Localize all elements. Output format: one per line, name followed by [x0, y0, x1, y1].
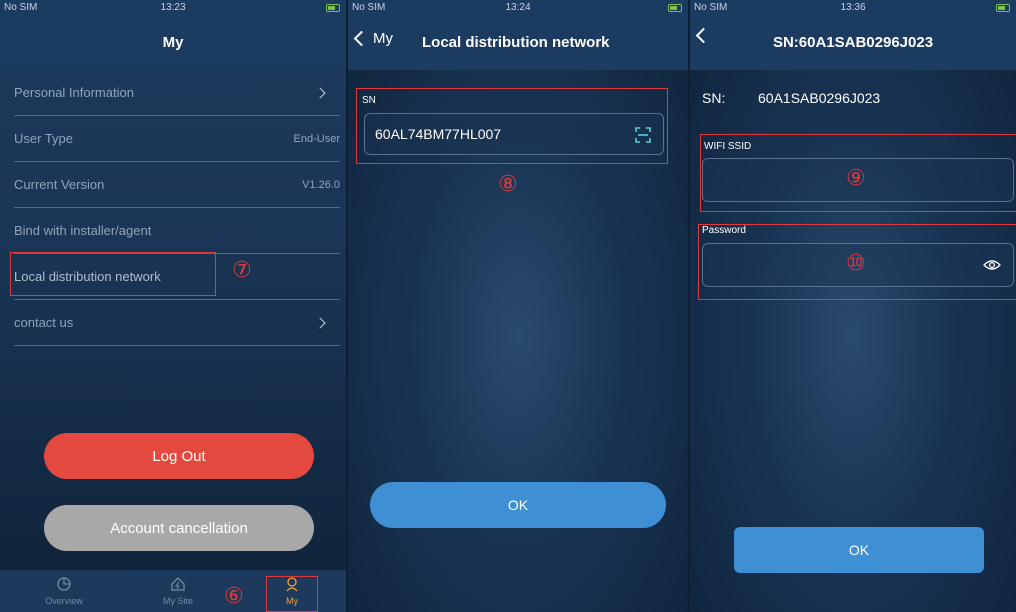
- home-icon: [171, 577, 185, 591]
- settings-menu: Personal Information User Type End-User …: [14, 70, 340, 346]
- menu-item-label: contact us: [14, 315, 74, 330]
- chevron-left-icon: [353, 30, 370, 47]
- page-title: SN:60A1SAB0296J023: [772, 34, 934, 51]
- menu-item-label: User Type: [14, 131, 74, 146]
- chevron-right-icon: [314, 86, 326, 99]
- status-time: 13:24: [505, 2, 531, 13]
- back-button[interactable]: My: [353, 30, 393, 47]
- nav-bar: My Local distribution network: [348, 16, 688, 70]
- password-label: Password: [702, 225, 746, 236]
- tab-my-site[interactable]: My Site: [148, 576, 208, 606]
- my-screen: No SIM 13:23 My Personal Information Use…: [0, 0, 346, 612]
- menu-item-label: Bind with installer/agent: [14, 223, 152, 238]
- annotation-number-menu: ⑦: [232, 258, 252, 283]
- sn-value: 60AL74BM77HL007: [375, 126, 502, 142]
- sn-input[interactable]: 60AL74BM77HL007: [364, 113, 664, 155]
- tab-label: My Site: [162, 596, 193, 606]
- status-bar: No SIM 13:23: [0, 0, 346, 16]
- sn-label: SN:: [702, 90, 726, 106]
- menu-item-label: Personal Information: [14, 85, 134, 100]
- tab-overview[interactable]: Overview: [34, 576, 94, 606]
- annotation-number-password: ⑩: [846, 251, 866, 276]
- eye-icon[interactable]: [983, 258, 1001, 272]
- page-title: My: [162, 34, 184, 51]
- battery-icon: [996, 4, 1010, 12]
- wifi-ssid-label: WIFI SSID: [704, 141, 752, 152]
- menu-item-user-type[interactable]: User Type End-User: [14, 116, 340, 162]
- account-cancellation-button[interactable]: Account cancellation: [44, 505, 314, 551]
- battery-icon: [326, 4, 340, 12]
- battery-icon: [668, 4, 682, 12]
- status-time: 13:36: [840, 2, 866, 13]
- annotation-number-sn: ⑧: [498, 172, 518, 197]
- page-title: Local distribution network: [422, 34, 610, 51]
- ok-button[interactable]: OK: [734, 527, 984, 573]
- annotation-number-ssid: ⑨: [846, 166, 866, 191]
- nav-bar: My: [0, 16, 346, 70]
- menu-item-bind-installer[interactable]: Bind with installer/agent: [14, 208, 340, 254]
- chevron-right-icon: [314, 316, 326, 329]
- sn-label: SN: [362, 95, 376, 106]
- wifi-config-screen: No SIM 13:36 SN:60A1SAB0296J023 SN: 60A1…: [690, 0, 1016, 612]
- scan-icon[interactable]: [635, 127, 651, 143]
- log-out-button[interactable]: Log Out: [44, 433, 314, 479]
- annotation-box-menu: [10, 252, 216, 296]
- back-label: My: [373, 30, 393, 47]
- annotation-number-tab: ⑥: [224, 584, 244, 609]
- menu-item-contact-us[interactable]: contact us: [14, 300, 340, 346]
- status-time: 13:23: [160, 2, 186, 13]
- status-bar: No SIM 13:24: [348, 0, 688, 16]
- local-network-screen: No SIM 13:24 My Local distribution netwo…: [348, 0, 688, 612]
- status-bar: No SIM 13:36: [690, 0, 1016, 16]
- sn-value: 60A1SAB0296J023: [758, 90, 881, 106]
- ok-button[interactable]: OK: [370, 482, 666, 528]
- nav-bar: SN:60A1SAB0296J023: [690, 16, 1016, 70]
- annotation-box-tab: [266, 576, 318, 612]
- pie-chart-icon: [57, 577, 71, 591]
- menu-item-value: End-User: [293, 132, 340, 145]
- menu-item-personal-information[interactable]: Personal Information: [14, 70, 340, 116]
- menu-item-label: Current Version: [14, 177, 105, 192]
- tab-label: Overview: [45, 596, 83, 606]
- menu-item-value: V1.26.0: [302, 178, 340, 191]
- menu-item-current-version[interactable]: Current Version V1.26.0: [14, 162, 340, 208]
